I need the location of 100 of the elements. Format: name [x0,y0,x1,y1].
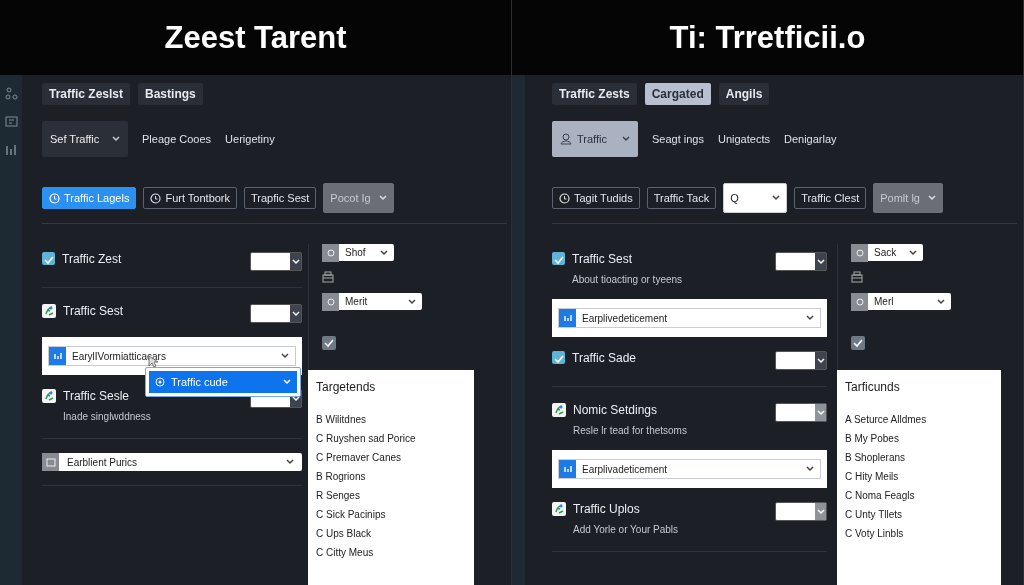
caret-icon [378,195,387,201]
panel-title: Ti: Trretficii.o [669,19,866,56]
select-field[interactable] [250,252,302,271]
list-item[interactable]: C Ups Black [316,528,466,539]
setting-label: Traffic Sest [572,252,634,266]
checkbox[interactable] [322,336,336,350]
checkbox[interactable] [42,252,55,265]
menu-link[interactable]: Uerigetiny [225,133,275,145]
action-button[interactable]: Traffic Tack [646,187,717,209]
frame-icon[interactable] [4,115,18,128]
list-item[interactable]: C Unty Tllets [845,509,993,520]
list-item[interactable]: A Seturce Alldmes [845,414,993,425]
list-item[interactable]: C Ruyshen sad Porice [316,433,466,444]
list-item[interactable]: C Hity Meils [845,471,993,482]
target-icon [155,377,165,387]
list-item[interactable]: R Senges [316,490,466,501]
caret-icon [806,315,814,321]
list-item[interactable]: C Premaver Canes [316,452,466,463]
select-field[interactable]: Merit [322,293,422,310]
setting-description: Inade singlwddness [63,411,152,422]
caret-icon [281,353,289,359]
caret-icon [291,258,300,265]
menu-link[interactable]: Denigarlay [783,133,837,145]
checkbox[interactable] [552,252,565,265]
caret-icon [286,459,294,465]
bars-icon[interactable] [4,143,18,156]
select-field[interactable]: Sack [851,244,923,261]
app-icon [42,389,56,403]
caret-icon [816,409,825,416]
select-field[interactable]: Earplivedeticement [558,308,821,328]
menu-link[interactable]: Pleage Cooes [142,133,212,145]
select-field[interactable]: Shof [322,244,394,261]
caret-icon [909,249,917,256]
tab[interactable]: Traffic Zeslst [42,83,131,105]
setting-label: Nomic Setdings [573,403,659,417]
search-icon [325,296,336,307]
caret-icon [806,466,814,472]
checkbox[interactable] [552,351,565,364]
select-field[interactable] [775,351,827,370]
briefcase-icon[interactable] [851,271,863,283]
caret-icon [380,249,388,256]
checkbox[interactable] [851,336,865,350]
tab[interactable]: Angils [718,83,770,105]
setting-description: Resle lr tead for thetsoms [573,425,688,436]
select-field[interactable]: Earplivadeticement [558,459,821,479]
caret-icon [816,258,825,265]
dropdown-option[interactable]: Traffic cude [149,371,297,393]
caret-icon [937,298,945,305]
select-field[interactable]: EarylIVormiatticacars [48,346,296,366]
caret-icon [112,136,120,142]
tab[interactable]: Bastings [138,83,203,105]
list-item[interactable]: B Shoplerans [845,452,993,463]
select-field[interactable]: Merl [851,293,951,310]
menu-link[interactable]: Seagt ings [652,133,704,145]
caret-icon [622,136,630,142]
action-button[interactable]: Traffic Clest [794,187,867,209]
person-icon [560,133,572,145]
list-item[interactable]: C Voty Linbls [845,528,993,539]
setting-label: Traffic Sest [63,304,125,318]
list-item[interactable]: B My Pobes [845,433,993,444]
list-title: Targetends [316,380,377,394]
setting-label: Traffic Zest [62,252,123,266]
select-field[interactable] [775,252,827,271]
briefcase-icon[interactable] [322,271,334,283]
select-field[interactable] [250,304,302,323]
frame-icon [45,457,56,467]
caret-icon [408,298,416,305]
list-item[interactable]: C Sick Pacinips [316,509,466,520]
action-button[interactable]: Tagit Tudids [552,187,640,209]
setting-label: Traffic Uplos [573,502,641,516]
tab[interactable]: Traffic Zests [552,83,637,105]
menu-link[interactable]: Unigatects [718,133,770,145]
action-button[interactable]: Trapfic Sest [244,187,317,209]
list-title: Tarficunds [845,380,901,394]
caret-icon [816,357,825,364]
setting-label: Traffic Sesle [63,389,131,403]
clock-icon [559,192,570,204]
list-item[interactable]: B Rogrions [316,471,466,482]
search-icon [854,247,865,258]
list-item[interactable]: C Noma Feagls [845,490,993,501]
nodes-icon[interactable] [4,87,18,100]
list-item[interactable]: B Wilitdnes [316,414,466,425]
app-icon [42,304,56,318]
select-field[interactable]: Q [723,183,788,213]
setting-label: Traffic Sade [572,351,638,365]
search-icon [325,247,336,258]
tab[interactable]: Cargated [644,83,711,105]
chart-icon [562,464,573,474]
caret-icon [283,379,291,385]
caret-icon [772,195,781,201]
dropdown[interactable]: Traffic [552,121,638,157]
clock-icon [150,192,162,204]
list-item[interactable]: C Citty Meus [316,547,466,558]
dropdown[interactable]: Sef Traffic [42,121,128,157]
setting-description: About tioacting or tyeens [572,274,684,285]
caret-icon [928,195,937,201]
select-field[interactable]: Earblient Purics [42,453,302,471]
caret-icon [816,508,825,515]
action-button[interactable]: Furt Tontbork [143,187,238,209]
panel-title: Zeest Tarent [164,19,347,56]
